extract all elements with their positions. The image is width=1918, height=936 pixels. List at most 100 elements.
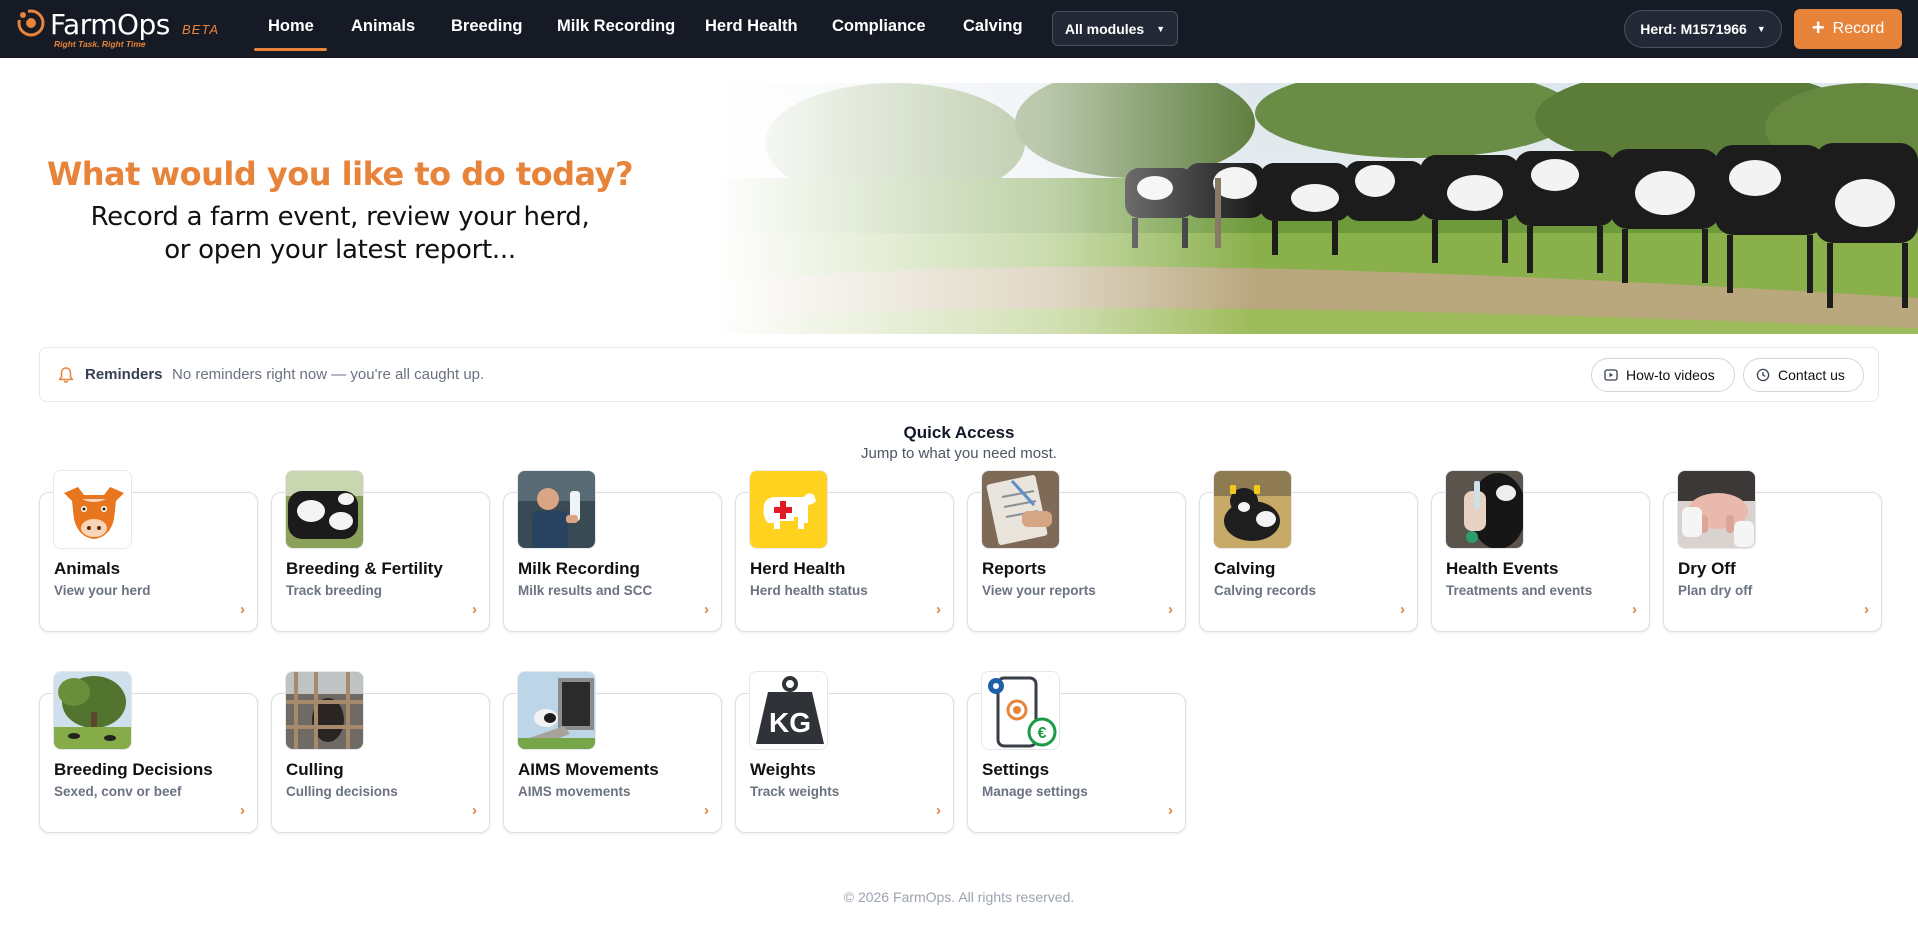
hero-subtitle: Record a farm event, review your herd, o… [0, 201, 680, 267]
chevron-right-icon: › [1168, 802, 1173, 819]
clock-icon [1756, 368, 1770, 382]
contact-us-button[interactable]: Contact us [1743, 358, 1864, 392]
chevron-down-icon: ▼ [1156, 23, 1166, 34]
top-navbar: FarmOps BETA Right Task. Right Time Home… [0, 0, 1918, 58]
chevron-right-icon: › [472, 802, 477, 819]
quick-card-weights[interactable]: KG Weights Track weights › [735, 671, 954, 833]
card-description: Manage settings [982, 784, 1088, 799]
trailer-photo [517, 671, 596, 750]
card-title: AIMS Movements [518, 760, 659, 779]
pasture-photo [53, 671, 132, 750]
herd-selector-label: Herd: M1571966 [1640, 21, 1747, 37]
nav-active-indicator [254, 48, 327, 51]
beta-badge: BETA [182, 22, 219, 37]
udder-photo [1677, 470, 1756, 549]
quick-card-health-events[interactable]: Health Events Treatments and events › [1431, 470, 1650, 632]
card-description: Plan dry off [1678, 583, 1753, 598]
card-description: View your herd [54, 583, 151, 598]
video-icon [1604, 369, 1618, 381]
record-button[interactable]: + Record [1794, 9, 1902, 49]
chevron-right-icon: › [240, 601, 245, 618]
card-description: View your reports [982, 583, 1096, 598]
plus-icon: + [1811, 15, 1825, 40]
card-title: Culling [286, 760, 344, 779]
all-modules-label: All modules [1064, 20, 1145, 37]
nav-animals[interactable]: Animals [351, 17, 415, 36]
chevron-right-icon: › [1632, 601, 1637, 618]
hero-subtitle-line-2: or open your latest report... [164, 235, 516, 265]
card-title: Animals [54, 559, 121, 578]
health-cross-icon [749, 470, 828, 549]
reminders-message: No reminders right now — you're all caug… [172, 366, 485, 383]
quick-card-breeding-fertility[interactable]: Breeding & Fertility Track breeding › [271, 470, 490, 632]
hero-subtitle-line-1: Record a farm event, review your herd, [90, 202, 590, 232]
kg-weight-icon: KG [749, 671, 828, 750]
treatment-photo [1445, 470, 1524, 549]
quick-card-herd-health[interactable]: Herd Health Herd health status › [735, 470, 954, 632]
quick-card-culling[interactable]: Culling Culling decisions › [271, 671, 490, 833]
all-modules-dropdown[interactable]: All modules ▼ [1052, 11, 1178, 46]
bell-icon [58, 367, 74, 383]
chevron-right-icon: › [240, 802, 245, 819]
quick-card-aims-movements[interactable]: AIMS Movements AIMS movements › [503, 671, 722, 833]
chevron-right-icon: › [1400, 601, 1405, 618]
quick-card-breeding-decisions[interactable]: Breeding Decisions Sexed, conv or beef › [39, 671, 258, 833]
svg-text:€: € [1038, 725, 1047, 742]
card-description: Treatments and events [1446, 583, 1593, 598]
quick-card-calving[interactable]: Calving Calving records › [1199, 470, 1418, 632]
chevron-right-icon: › [936, 802, 941, 819]
chevron-right-icon: › [1168, 601, 1173, 618]
card-description: Milk results and SCC [518, 583, 653, 598]
quick-access-subtitle: Jump to what you need most. [861, 445, 1057, 462]
farmops-logo[interactable]: FarmOps BETA Right Task. Right Time [16, 6, 226, 52]
how-to-videos-label: How-to videos [1626, 367, 1715, 383]
footer-copyright: © 2026 FarmOps. All rights reserved. [843, 889, 1075, 905]
quick-card-settings[interactable]: € Settings Manage settings › [967, 671, 1186, 833]
card-title: Calving [1214, 559, 1276, 578]
nav-breeding[interactable]: Breeding [451, 17, 523, 36]
hero-banner: What would you like to do today? Record … [0, 83, 1918, 334]
cows-photo [285, 470, 364, 549]
card-title: Herd Health [750, 559, 846, 578]
chevron-right-icon: › [704, 802, 709, 819]
nav-home[interactable]: Home [268, 17, 314, 36]
quick-access-title: Quick Access [903, 423, 1015, 442]
chevron-right-icon: › [1864, 601, 1869, 618]
card-description: Sexed, conv or beef [54, 784, 182, 799]
herd-selector[interactable]: Herd: M1571966 ▼ [1624, 10, 1782, 48]
hero-cows-photo [715, 83, 1918, 334]
chevron-down-icon: ▼ [1756, 24, 1766, 34]
card-description: Herd health status [750, 583, 868, 598]
calf-photo [1213, 470, 1292, 549]
card-title: Health Events [1446, 559, 1559, 578]
nav-compliance[interactable]: Compliance [832, 17, 926, 36]
clipboard-photo [981, 470, 1060, 549]
chevron-right-icon: › [472, 601, 477, 618]
logo-target-icon [17, 9, 45, 37]
card-description: Track breeding [286, 583, 383, 598]
card-description: Culling decisions [286, 784, 398, 799]
record-button-label: Record [1832, 20, 1885, 37]
card-title: Breeding Decisions [54, 760, 213, 779]
card-description: Track weights [750, 784, 840, 799]
card-title: Reports [982, 559, 1047, 578]
quick-card-animals[interactable]: Animals View your herd › [39, 470, 258, 632]
logo-tagline: Right Task. Right Time [54, 39, 146, 49]
card-title: Breeding & Fertility [286, 559, 443, 578]
chevron-right-icon: › [936, 601, 941, 618]
nav-herd-health[interactable]: Herd Health [705, 17, 798, 36]
card-title: Dry Off [1678, 559, 1736, 578]
milk-sample-photo [517, 470, 596, 549]
quick-card-dry-off[interactable]: Dry Off Plan dry off › [1663, 470, 1882, 632]
nav-milk-recording[interactable]: Milk Recording [557, 17, 675, 36]
how-to-videos-button[interactable]: How-to videos [1591, 358, 1735, 392]
hero-title: What would you like to do today? [46, 155, 634, 193]
nav-calving[interactable]: Calving [963, 17, 1023, 36]
reminders-title: Reminders [85, 366, 163, 383]
settings-phone-icon: € [981, 671, 1060, 750]
chevron-right-icon: › [704, 601, 709, 618]
card-title: Weights [750, 760, 816, 779]
quick-card-reports[interactable]: Reports View your reports › [967, 470, 1186, 632]
card-description: Calving records [1214, 583, 1317, 598]
quick-card-milk-recording[interactable]: Milk Recording Milk results and SCC › [503, 470, 722, 632]
